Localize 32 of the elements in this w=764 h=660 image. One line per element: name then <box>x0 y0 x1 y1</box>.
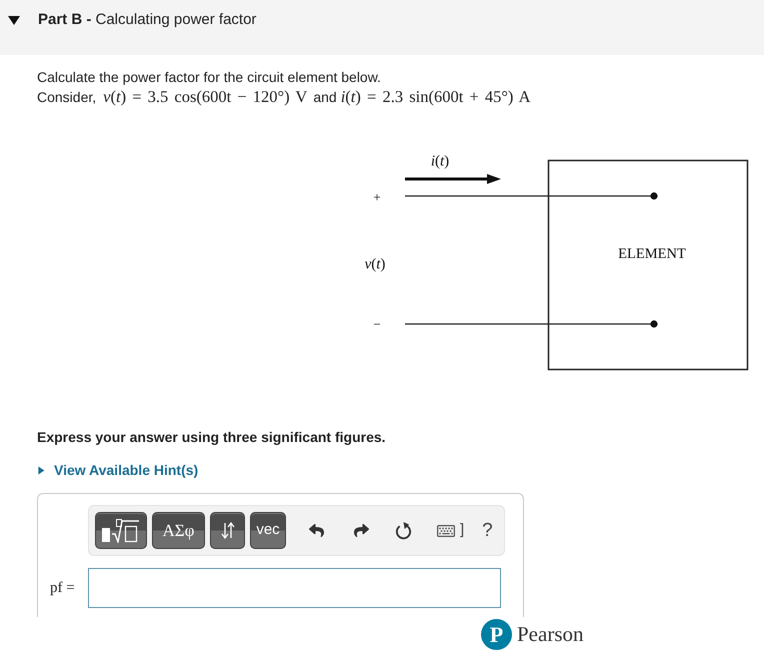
arrows-button[interactable] <box>210 512 245 549</box>
up-down-arrows-icon <box>220 522 234 539</box>
caret-icon[interactable] <box>8 14 20 26</box>
current-label: i(t) <box>430 154 450 170</box>
keyboard-button[interactable]: ] <box>435 520 464 540</box>
minus-sign: − <box>373 318 381 330</box>
answer-label: pf = <box>50 578 75 598</box>
redo-icon <box>352 523 370 538</box>
terminal-dot-icon <box>650 320 658 328</box>
keyboard-icon <box>435 522 457 538</box>
help-button[interactable]: ? <box>482 521 493 540</box>
greek-symbols-button[interactable]: ΑΣφ <box>152 512 205 549</box>
hint-toggle[interactable]: View Available Hint(s) <box>37 460 198 480</box>
brand-name: Pearson <box>517 624 584 645</box>
reset-icon <box>394 521 412 540</box>
undo-icon <box>308 523 324 538</box>
redo-button[interactable] <box>352 522 370 540</box>
element-label: ELEMENT <box>618 246 686 262</box>
given-equations: Consider, v(t) = 3.5 cos(600t − 120°) V and i(t) = 2.3 sin(600t + 45°) A <box>37 87 532 107</box>
undo-button[interactable] <box>307 522 325 540</box>
voltage-label: v(t) <box>364 258 386 272</box>
question-prompt: Calculate the power factor for the circuit element below. <box>37 68 382 87</box>
answer-input[interactable] <box>88 568 501 608</box>
plus-sign: + <box>373 190 381 204</box>
vector-button[interactable]: vec <box>250 512 286 549</box>
reset-button[interactable] <box>394 520 412 540</box>
instruction-text: Express your answer using three significant figures. <box>37 428 387 447</box>
terminal-dot-icon <box>650 192 658 200</box>
part-title: Part B - Calculating power factor <box>38 10 256 30</box>
templates-button[interactable] <box>95 512 147 549</box>
logo-badge: P <box>481 619 512 650</box>
square-root-template-icon <box>102 518 140 542</box>
